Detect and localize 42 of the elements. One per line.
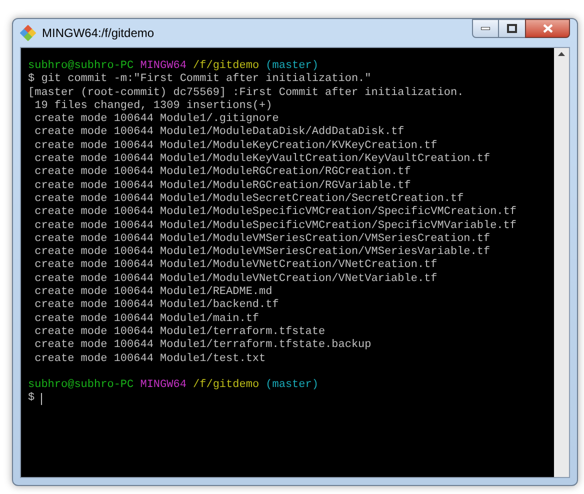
text-cursor xyxy=(40,393,42,406)
prompt-branch: (master) xyxy=(266,379,318,392)
output-line: create mode 100644 Module1/backend.tf xyxy=(34,299,279,313)
prompt-user: subhro@subhro-PC xyxy=(28,60,134,73)
output-line: create mode 100644 Module1/ModuleSpecificVMCreation/SpecificVMVariable.tf xyxy=(34,220,516,233)
output-line: create mode 100644 Module1/ModuleDataDisk/AddDataDisk.tf xyxy=(34,126,404,140)
output-line: create mode 100644 Module1/ModuleVNetCreation/VNetVariable.tf xyxy=(34,272,438,286)
minimize-icon xyxy=(481,27,490,30)
output-line: create mode 100644 Module1/ModuleSpecificVMCreation/SpecificVMCreation.tf xyxy=(34,206,516,220)
output-line: create mode 100644 Module1/ModuleVMSeriesCreation/VMSeriesVariable.tf xyxy=(34,246,490,259)
close-icon xyxy=(542,24,552,33)
output-line: create mode 100644 Module1/ModuleKeyCreation/KVKeyCreation.tf xyxy=(34,140,438,153)
prompt-user: subhro@subhro-PC xyxy=(28,379,134,392)
prompt-branch: (master) xyxy=(266,60,318,73)
output-line: create mode 100644 Module1/ModuleKeyVaultCreation/KeyVaultCreation.tf xyxy=(34,153,490,166)
output-line: create mode 100644 Module1/ModuleSecretCreation/SecretCreation.tf xyxy=(34,192,464,206)
prompt-symbol: $ xyxy=(28,392,35,406)
output-line: create mode 100644 Module1/main.tf xyxy=(34,312,260,326)
output-line: 19 files changed, 1309 insertions(+) xyxy=(34,100,272,113)
prompt-system: MINGW64 xyxy=(140,379,186,392)
app-icon xyxy=(20,25,36,41)
restore-icon xyxy=(507,24,517,33)
output-line: $ git commit -m:"First Commit after initialization." xyxy=(28,73,372,87)
output-line: [master (root-commit) dc75569] :First Commit after initialization. xyxy=(28,86,464,100)
output-line: create mode 100644 Module1/ModuleVNetCreation/VNetCreation.tf xyxy=(34,259,438,273)
output-line: create mode 100644 Module1/ModuleVMSeriesCreation/VMSeriesCreation.tf xyxy=(34,232,490,246)
scroll-up-icon xyxy=(558,52,565,56)
output-line: create mode 100644 Module1/README.md xyxy=(34,286,272,299)
close-button[interactable] xyxy=(525,19,570,38)
output-line: create mode 100644 Module1/ModuleRGCreation/RGCreation.tf xyxy=(34,166,411,180)
maximize-button[interactable] xyxy=(499,19,525,38)
minimize-button[interactable] xyxy=(472,19,499,38)
output-line: create mode 100644 Module1/ModuleRGCreation/RGVariable.tf xyxy=(34,180,411,193)
window-title: MINGW64:/f/gitdemo xyxy=(42,25,154,42)
prompt-path: /f/gitdemo xyxy=(193,60,260,73)
output-line: create mode 100644 Module1/.gitignore xyxy=(34,113,279,126)
output-line: create mode 100644 Module1/terraform.tfstate xyxy=(34,326,326,339)
prompt-system: MINGW64 xyxy=(140,60,186,73)
output-line: create mode 100644 Module1/test.txt xyxy=(34,352,266,366)
scrollbar[interactable] xyxy=(554,48,569,477)
output-line: create mode 100644 Module1/terraform.tfstate.backup xyxy=(34,339,372,353)
prompt-path: /f/gitdemo xyxy=(193,379,260,392)
